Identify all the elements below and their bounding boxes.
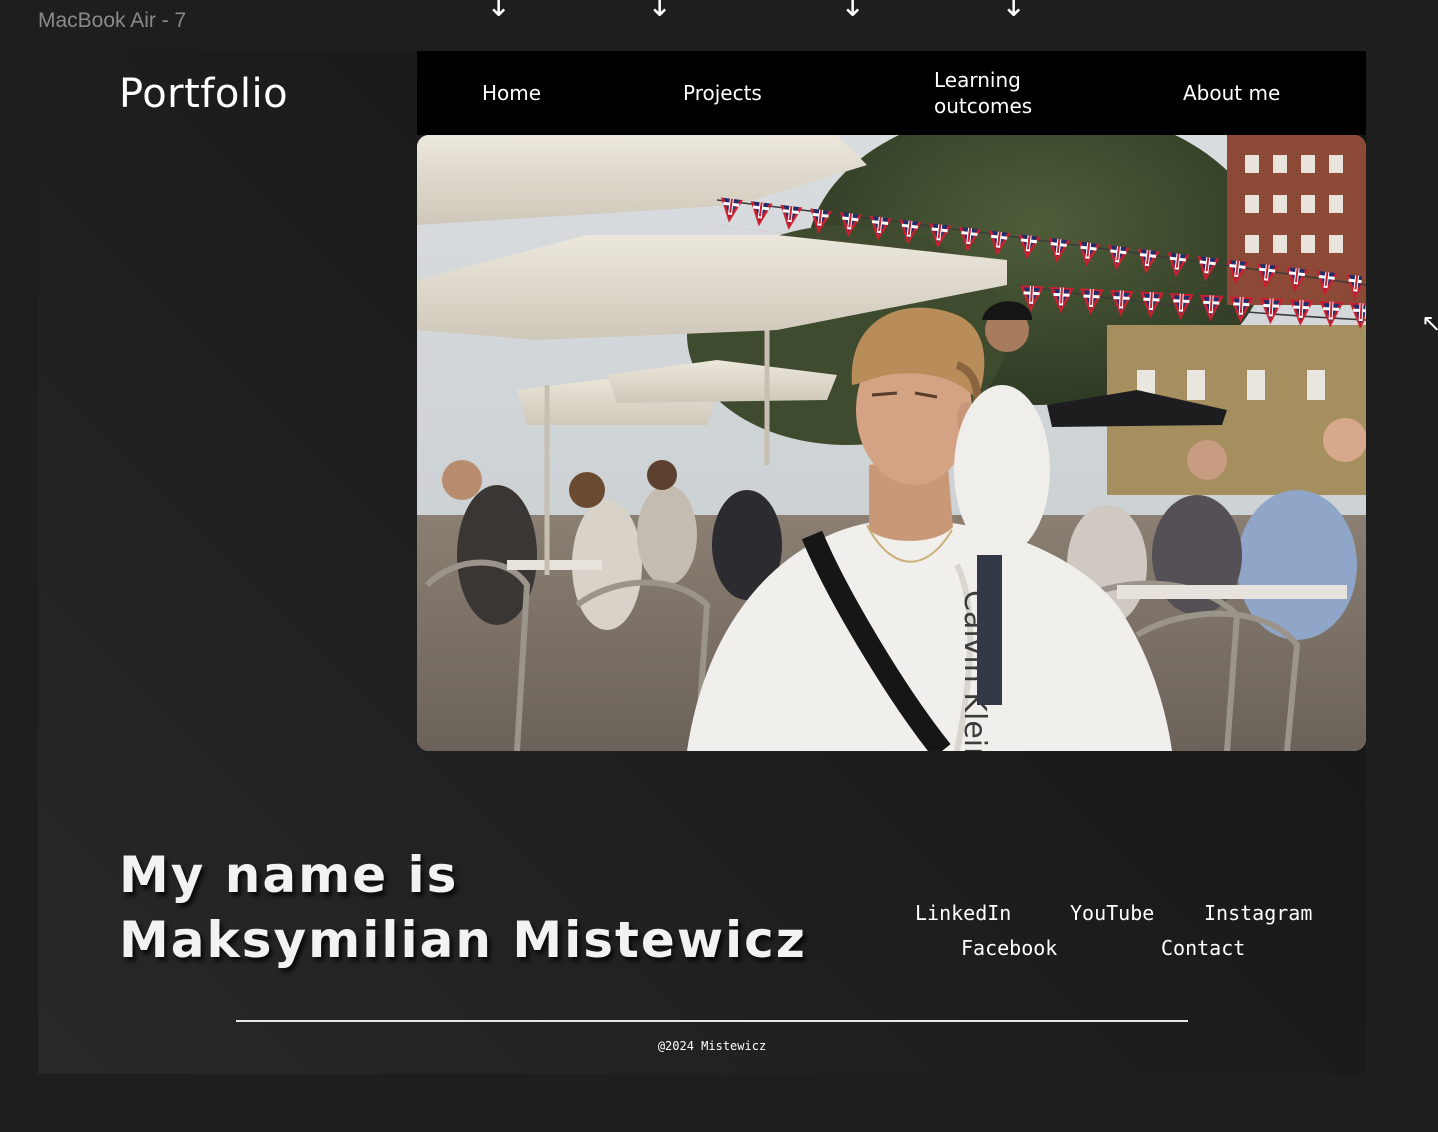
nav-learning-outcomes[interactable]: Learning outcomes	[934, 51, 1044, 135]
frame-label: MacBook Air - 7	[38, 9, 187, 32]
cursor-icon: ↖	[1421, 309, 1438, 337]
scroll-arrow-icon: ↓	[840, 0, 866, 24]
nav-home[interactable]: Home	[482, 51, 541, 135]
scroll-arrow-icon: ↓	[486, 0, 512, 24]
scroll-arrow-icon: ↓	[647, 0, 673, 24]
hero-photo: Calvin Klein	[417, 135, 1366, 751]
link-linkedin[interactable]: LinkedIn	[915, 901, 1011, 925]
headline-line-1: My name is	[119, 846, 459, 904]
nav-about-me[interactable]: About me	[1183, 51, 1280, 135]
intro-headline: My name is Maksymilian Mistewicz	[119, 843, 807, 973]
link-contact[interactable]: Contact	[1161, 936, 1245, 960]
scroll-arrow-icon: ↓	[1001, 0, 1027, 24]
nav-projects[interactable]: Projects	[683, 51, 762, 135]
headline-line-2: Maksymilian Mistewicz	[119, 911, 807, 969]
hero-photo-illustration: Calvin Klein	[417, 135, 1366, 751]
top-nav: Home Projects Learning outcomes About me	[417, 51, 1366, 135]
link-instagram[interactable]: Instagram	[1204, 901, 1312, 925]
site-logo[interactable]: Portfolio	[119, 71, 288, 117]
footer-copyright: @2024 Mistewicz	[657, 1039, 767, 1053]
footer-divider	[236, 1020, 1188, 1022]
link-facebook[interactable]: Facebook	[961, 936, 1057, 960]
portfolio-frame: Portfolio Home Projects Learning outcome…	[38, 51, 1366, 1074]
link-youtube[interactable]: YouTube	[1070, 901, 1154, 925]
